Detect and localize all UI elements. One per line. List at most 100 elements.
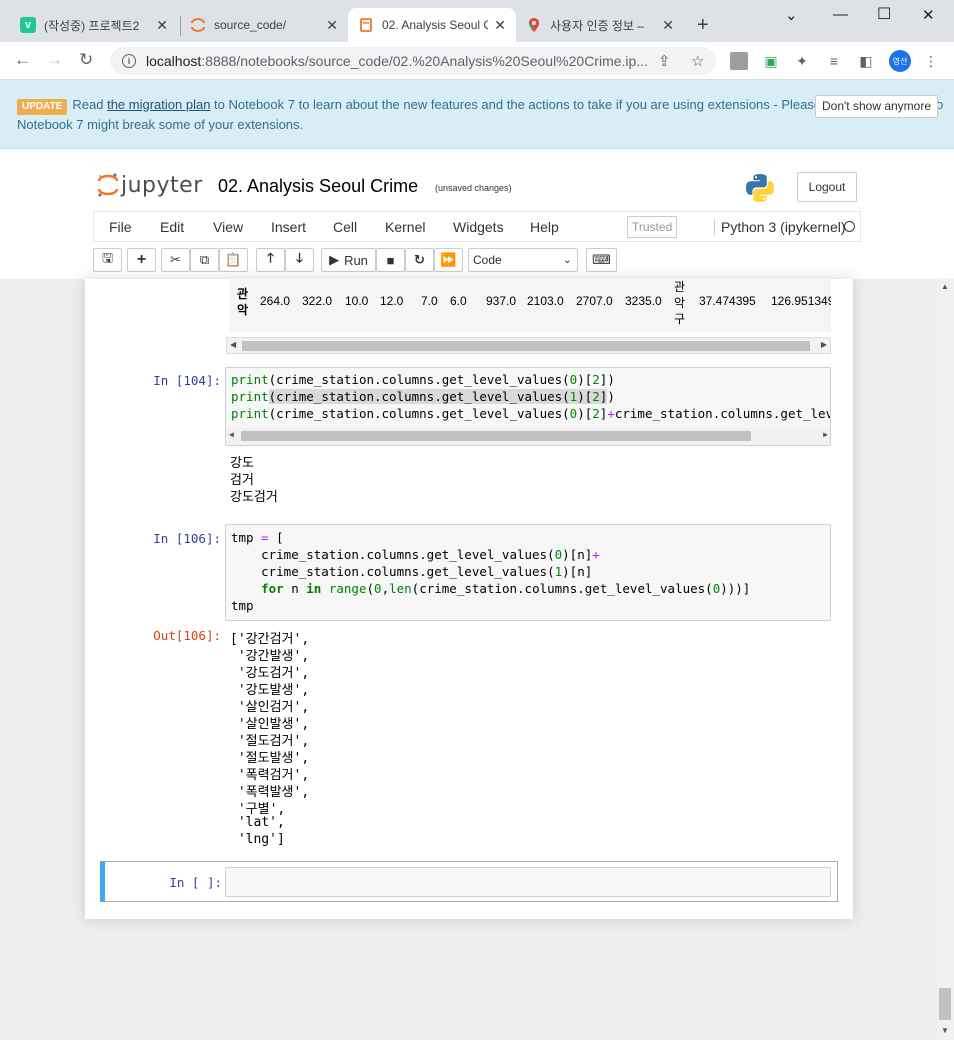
cell-type-select[interactable]: Code ⌄: [468, 248, 578, 272]
move-up-button[interactable]: 🡑: [256, 248, 285, 272]
tab-search-icon[interactable]: ⌄: [785, 6, 798, 24]
table-cell-lat: 37.474395: [699, 294, 756, 308]
side-panel-icon[interactable]: ◧: [857, 52, 875, 70]
new-tab-icon[interactable]: +: [697, 14, 709, 37]
empty-code-input[interactable]: [225, 867, 831, 897]
kernel-idle-icon: [844, 221, 855, 232]
restart-button[interactable]: ↻: [405, 248, 434, 272]
code-cell-104[interactable]: print(crime_station.columns.get_level_va…: [225, 367, 831, 446]
save-button[interactable]: 🖫: [93, 248, 122, 272]
browser-tab-1[interactable]: v (작성중) 프로젝트2 ✕: [10, 8, 178, 42]
logout-button[interactable]: Logout: [797, 172, 857, 202]
close-icon[interactable]: ✕: [326, 17, 338, 34]
kernel-name[interactable]: Python 3 (ipykernel): [714, 219, 846, 235]
output-hscrollbar[interactable]: ◀ ▶: [226, 337, 831, 354]
media-icon[interactable]: ≡: [825, 52, 843, 70]
menu-help[interactable]: Help: [530, 219, 559, 235]
python-logo-icon: [746, 174, 774, 202]
scroll-thumb[interactable]: [242, 341, 810, 351]
url-path: :8888/notebooks/source_code/02.%20Analys…: [201, 53, 648, 69]
close-icon[interactable]: ✕: [156, 17, 168, 34]
jupyter-wordmark: jupyter: [121, 172, 203, 198]
dont-show-button[interactable]: Don't show anymore: [815, 95, 939, 118]
page-viewport: UPDATE Read the migration plan to Noteboo…: [0, 80, 954, 1040]
insert-cell-button[interactable]: +: [127, 248, 156, 272]
site-info-icon[interactable]: i: [122, 54, 136, 68]
move-down-button[interactable]: 🡓: [285, 248, 314, 272]
scroll-thumb[interactable]: [241, 431, 751, 441]
code-cell-106[interactable]: tmp = [ crime_station.columns.get_level_…: [225, 524, 831, 621]
tab-title: (작성중) 프로젝트2: [44, 18, 140, 33]
paste-button[interactable]: 📋: [219, 248, 248, 272]
extension-icon[interactable]: [730, 52, 748, 70]
table-cell: 12.0: [380, 294, 404, 308]
input-prompt: In [104]:: [153, 373, 221, 388]
menu-cell[interactable]: Cell: [333, 219, 357, 235]
maximize-icon[interactable]: ☐: [877, 4, 891, 24]
menu-kernel[interactable]: Kernel: [385, 219, 425, 235]
browser-tab-2[interactable]: source_code/ ✕: [180, 8, 348, 42]
code-hscrollbar[interactable]: ◀ ▶: [226, 428, 830, 445]
output-line: 강도검거: [230, 490, 278, 505]
notebook-container: 관 악 264.0 322.0 10.0 12.0 7.0 6.0 937.0 …: [85, 279, 853, 919]
close-icon[interactable]: ✕: [494, 17, 506, 34]
scroll-thumb[interactable]: [939, 988, 951, 1020]
table-cell-lng: 126.951349: [771, 294, 831, 308]
page-vscrollbar[interactable]: ▲ ▼: [937, 278, 954, 1040]
url-host: localhost: [146, 53, 202, 69]
dataframe-output: 관 악 264.0 322.0 10.0 12.0 7.0 6.0 937.0 …: [230, 279, 831, 332]
browser-tab-4[interactable]: 사용자 인증 정보 – ✕: [516, 8, 684, 42]
table-cell: 264.0: [260, 294, 291, 308]
menu-edit[interactable]: Edit: [160, 219, 184, 235]
interrupt-button[interactable]: ■: [376, 248, 405, 272]
output-prompt: Out[106]:: [153, 628, 221, 643]
table-cell-gu: 관 악 구: [674, 280, 686, 326]
update-badge: UPDATE: [17, 99, 68, 115]
selected-cell[interactable]: In [ ]:: [100, 861, 838, 902]
menu-insert[interactable]: Insert: [271, 219, 306, 235]
back-icon[interactable]: ←: [14, 50, 31, 70]
chevron-down-icon: ⌄: [562, 254, 572, 266]
play-icon: ▶: [329, 252, 340, 267]
tab-title: 사용자 인증 정보 –: [550, 18, 644, 33]
close-window-icon[interactable]: ✕: [922, 6, 935, 24]
profile-avatar[interactable]: 영선: [889, 50, 911, 72]
copy-button[interactable]: ⧉: [190, 248, 219, 272]
migration-plan-link[interactable]: the migration plan: [107, 97, 210, 112]
output-line: 'lat',: [230, 815, 285, 830]
restart-run-all-button[interactable]: ⏩: [434, 248, 463, 272]
share-icon[interactable]: ⇪: [658, 52, 671, 70]
cut-button[interactable]: ✂: [161, 248, 190, 272]
trusted-indicator[interactable]: Trusted: [627, 216, 678, 238]
extension-green-icon[interactable]: ▣: [762, 52, 780, 70]
menu-widgets[interactable]: Widgets: [453, 219, 504, 235]
run-button[interactable]: ▶ Run: [321, 248, 376, 272]
table-cell: 937.0: [486, 294, 517, 308]
menu-kebab-icon[interactable]: ⋮: [922, 52, 940, 70]
keyboard-icon: ⌨: [592, 252, 611, 267]
table-cell: 2707.0: [576, 294, 613, 308]
notebook-title[interactable]: 02. Analysis Seoul Crime: [218, 176, 418, 197]
maps-icon: [526, 17, 542, 33]
minimize-icon[interactable]: —: [833, 6, 848, 23]
table-cell: 10.0: [345, 294, 369, 308]
autosave-status: (unsaved changes): [435, 183, 512, 193]
close-icon[interactable]: ✕: [662, 17, 674, 34]
jupyter-icon: [190, 17, 206, 33]
input-prompt: In [ ]:: [169, 875, 222, 890]
menu-view[interactable]: View: [213, 219, 243, 235]
jupyter-logo[interactable]: jupyter: [97, 172, 203, 198]
table-cell: 3235.0: [625, 294, 662, 308]
bookmark-star-icon[interactable]: ☆: [691, 52, 704, 70]
command-palette-button[interactable]: ⌨: [586, 248, 617, 272]
reload-icon[interactable]: ↻: [79, 50, 93, 70]
table-cell: 7.0: [421, 294, 438, 308]
fast-forward-icon: ⏩: [440, 252, 457, 267]
update-banner: UPDATE Read the migration plan to Noteboo…: [0, 80, 954, 149]
menu-file[interactable]: File: [109, 219, 132, 235]
address-bar[interactable]: i localhost:8888/notebooks/source_code/0…: [110, 47, 716, 75]
arrow-down-icon: 🡓: [296, 250, 303, 265]
browser-tab-3[interactable]: 02. Analysis Seoul C ✕: [348, 8, 516, 42]
forward-icon[interactable]: →: [46, 50, 63, 70]
extensions-puzzle-icon[interactable]: ✦: [793, 52, 811, 70]
